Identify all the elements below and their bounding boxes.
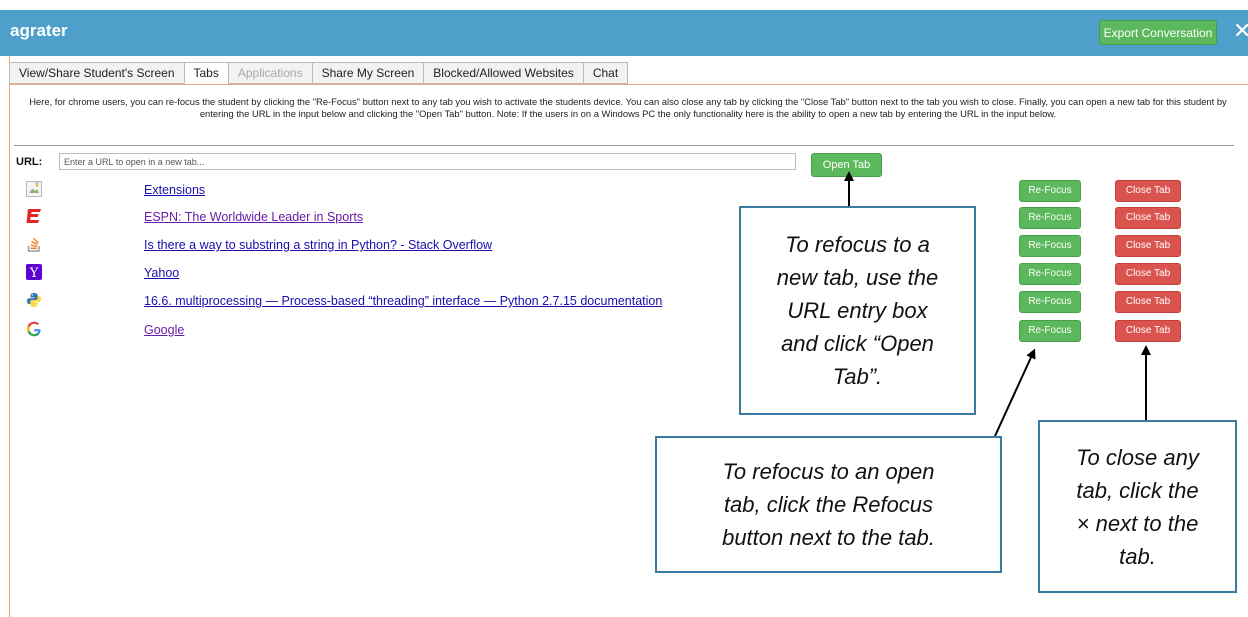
callout-line: To close any [1076, 444, 1199, 470]
callout-line: tab, click the Refocus [723, 492, 934, 517]
callout-line: and click “Open [781, 331, 934, 356]
callout-line: To refocus to an open [722, 459, 935, 484]
callout-line: × next to the [1076, 510, 1199, 536]
callout-line: URL entry box [787, 298, 928, 323]
callout-line: To refocus to a [785, 232, 930, 257]
callout-refocus: To refocus to an open tab, click the Ref… [655, 436, 1002, 573]
arrow-to-refocus [994, 348, 1036, 437]
callout-line: tab, click the [1076, 477, 1199, 503]
callout-close: To close any tab, click the × next to th… [1038, 420, 1237, 593]
callout-line: button next to the tab. [722, 525, 935, 550]
callout-line: Tab”. [832, 364, 883, 389]
callout-line: tab. [1119, 543, 1156, 569]
callout-line: new tab, use the [776, 265, 939, 290]
callout-new-tab: To refocus to a new tab, use the URL ent… [739, 206, 976, 415]
